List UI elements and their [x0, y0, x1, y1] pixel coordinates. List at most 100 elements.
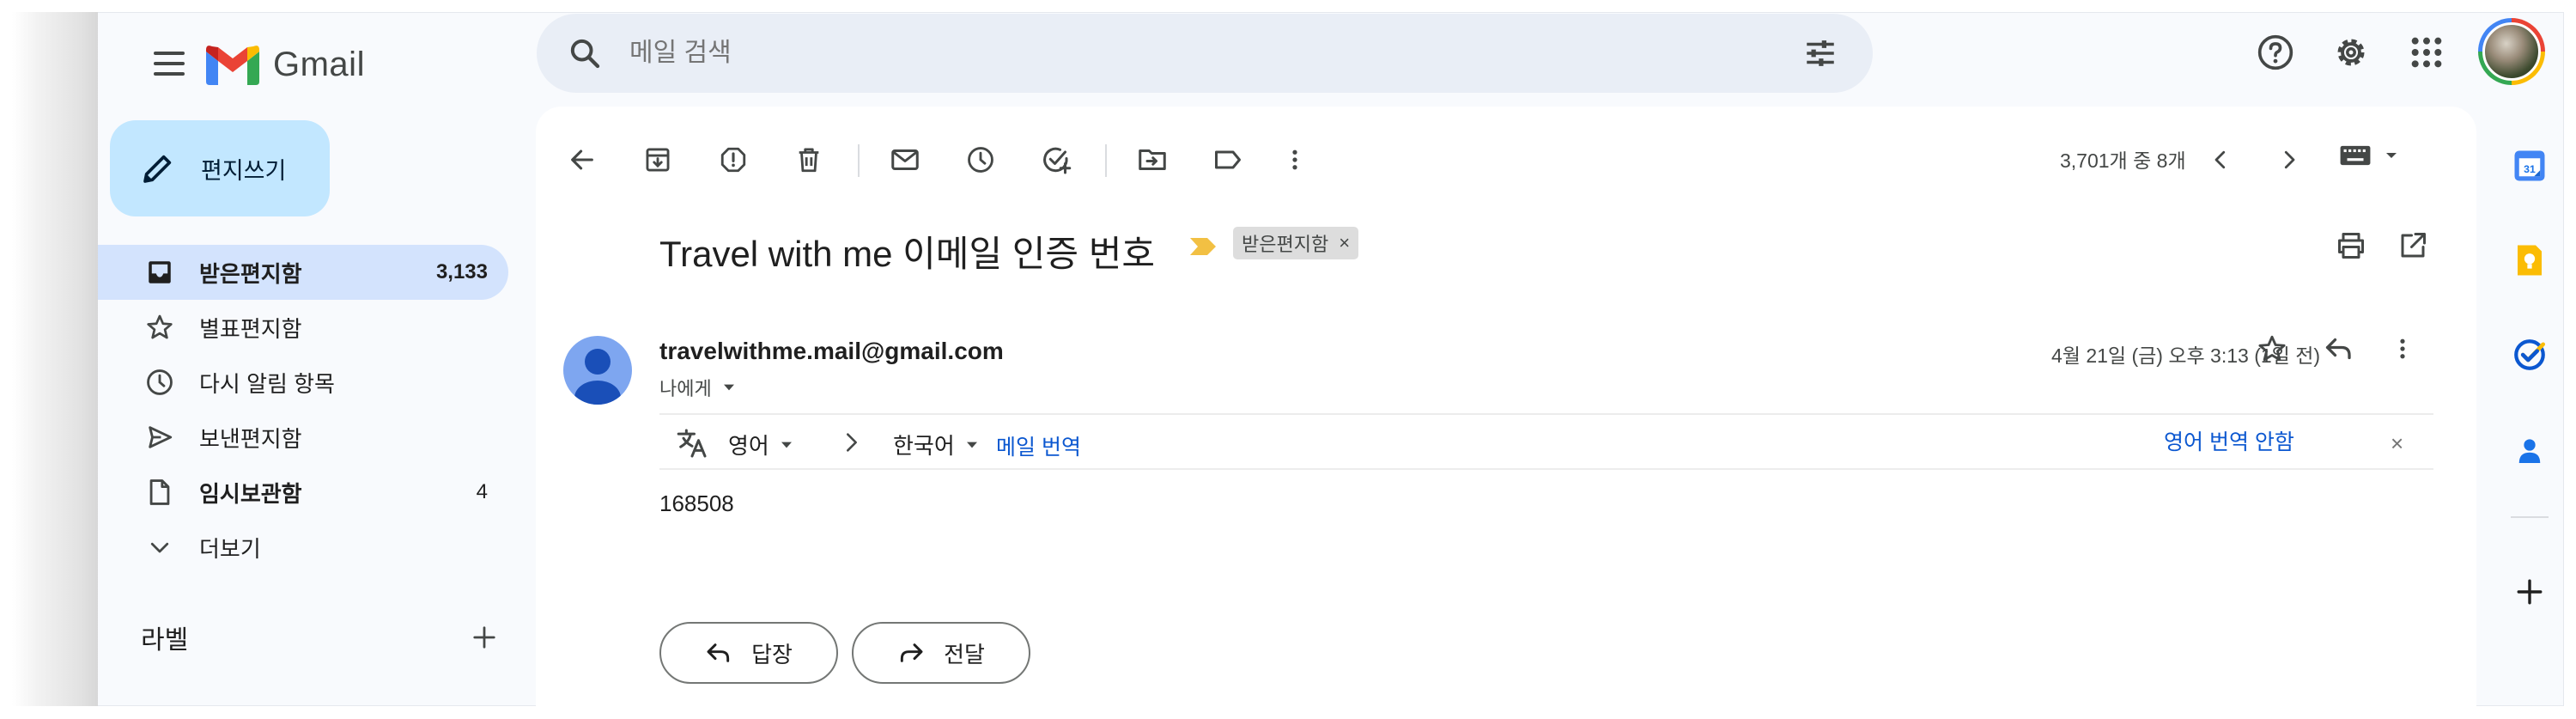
reply-button-label: 답장 — [751, 641, 793, 667]
unread-count: 3,133 — [435, 260, 488, 283]
menu-icon-bar — [154, 72, 185, 76]
recipient-label: 나에게 — [659, 378, 712, 399]
dont-translate-link[interactable]: 영어 번역 안함 — [2164, 425, 2294, 456]
menu-icon-bar — [154, 52, 185, 55]
close-translate-bar-icon[interactable]: × — [2391, 430, 2403, 457]
labels-title: 라벨 — [141, 626, 189, 655]
chevron-right-icon — [847, 433, 857, 452]
target-language-select[interactable]: 한국어 — [893, 429, 979, 460]
recipient-details-toggle[interactable]: 나에게 — [659, 374, 736, 401]
sidebar-item-more[interactable]: 더보기 — [98, 520, 508, 575]
send-icon — [143, 420, 177, 454]
dropdown-caret-icon — [2386, 153, 2397, 158]
app-name: Gmail — [273, 45, 365, 83]
message-subject: Travel with me 이메일 인증 번호 — [659, 234, 1155, 274]
search-icon[interactable] — [568, 36, 602, 70]
star-message-icon[interactable] — [2251, 328, 2293, 369]
forward-button-label: 전달 — [944, 641, 985, 667]
avatar-photo — [2482, 22, 2541, 81]
report-spam-icon[interactable] — [713, 139, 754, 180]
google-apps-icon[interactable] — [2404, 30, 2449, 75]
draft-icon — [143, 475, 177, 509]
sidebar-item-drafts[interactable]: 임시보관함 4 — [98, 465, 508, 520]
sidebar-item-snoozed[interactable]: 다시 알림 항목 — [98, 355, 508, 410]
settings-gear-icon[interactable] — [2329, 30, 2373, 75]
person-icon — [574, 349, 621, 405]
labels-section-header: 라벨 — [141, 618, 501, 656]
translate-message-link[interactable]: 메일 번역 — [996, 430, 1081, 461]
search-options-icon[interactable] — [1802, 35, 1838, 71]
sidebar-item-label: 별표편지함 — [199, 315, 302, 342]
source-language-label: 영어 — [728, 433, 769, 459]
label-chip-text: 받은편지함 — [1242, 234, 1329, 255]
toolbar-divider — [858, 144, 860, 177]
message-position-count: 3,701개 중 8개 — [2060, 149, 2186, 172]
svg-text:31: 31 — [2524, 163, 2536, 175]
reply-icon — [707, 643, 730, 662]
side-panel-divider — [2511, 516, 2549, 518]
label-tag-icon[interactable] — [1207, 139, 1249, 180]
sidebar-item-label: 임시보관함 — [199, 480, 302, 507]
message-view: 3,701개 중 8개 Travel with me 이메일 인증 번호 받은편… — [536, 107, 2476, 708]
message-more-options-icon[interactable] — [2382, 328, 2423, 369]
move-to-folder-icon[interactable] — [1132, 139, 1173, 180]
compose-label: 편지쓰기 — [201, 157, 287, 184]
sidebar-item-label: 더보기 — [199, 535, 261, 562]
add-label-plus-icon[interactable] — [467, 620, 501, 655]
google-keep-icon[interactable] — [2499, 229, 2561, 291]
source-language-select[interactable]: 영어 — [728, 429, 793, 460]
more-options-icon[interactable] — [1274, 139, 1315, 180]
chevron-down-icon — [143, 530, 177, 564]
search-bar[interactable] — [537, 14, 1873, 93]
snooze-clock-icon[interactable] — [960, 139, 1001, 180]
toolbar-divider — [1105, 144, 1107, 177]
add-addon-plus-icon[interactable] — [2499, 561, 2561, 623]
inbox-label-chip: 받은편지함 × — [1233, 227, 1359, 259]
help-icon[interactable] — [2253, 30, 2298, 75]
caret-down-icon — [966, 442, 977, 448]
sender-email[interactable]: travelwithme.mail@gmail.com — [659, 338, 1004, 365]
mark-unread-icon[interactable] — [884, 139, 926, 180]
translate-bar: 영어 한국어 메일 번역 영어 번역 안함 × — [659, 413, 2433, 470]
main-menu-button[interactable] — [141, 39, 201, 88]
gmail-m-icon — [206, 46, 259, 85]
sender-avatar[interactable] — [563, 336, 632, 405]
older-chevron-right-icon[interactable] — [2269, 139, 2310, 180]
add-to-tasks-icon[interactable] — [1036, 139, 1077, 180]
google-calendar-icon[interactable]: 31 — [2499, 135, 2561, 197]
inbox-icon — [143, 255, 177, 289]
caret-down-icon — [723, 384, 734, 391]
gmail-logo[interactable]: Gmail — [206, 39, 365, 90]
translate-icon — [677, 429, 707, 458]
google-tasks-icon[interactable] — [2499, 324, 2561, 386]
open-in-new-window-icon[interactable] — [2392, 225, 2433, 266]
draft-count: 4 — [476, 480, 488, 503]
window-shadow — [12, 12, 98, 706]
menu-icon-bar — [154, 62, 185, 65]
sidebar-item-inbox[interactable]: 받은편지함 3,133 — [98, 245, 508, 300]
sidebar-item-label: 보낸편지함 — [199, 425, 302, 452]
archive-icon[interactable] — [637, 139, 678, 180]
importance-marker-icon[interactable] — [1188, 237, 1218, 256]
print-icon[interactable] — [2330, 225, 2372, 266]
compose-button[interactable]: 편지쓰기 — [110, 120, 330, 216]
sidebar-item-sent[interactable]: 보낸편지함 — [98, 410, 508, 465]
remove-label-close-icon[interactable]: × — [1339, 232, 1350, 254]
input-tools-button[interactable] — [2339, 143, 2399, 168]
delete-trash-icon[interactable] — [788, 139, 829, 180]
google-contacts-icon[interactable] — [2499, 420, 2561, 482]
reply-button[interactable]: 답장 — [659, 622, 838, 684]
pencil-icon — [143, 155, 172, 183]
forward-button[interactable]: 전달 — [852, 622, 1030, 684]
account-avatar[interactable] — [2478, 18, 2545, 85]
sidebar-nav: 받은편지함 3,133 별표편지함 다시 알림 항목 보낸편지함 임시보관함 4… — [98, 245, 508, 575]
caret-down-icon — [781, 442, 792, 448]
target-language-label: 한국어 — [893, 433, 955, 459]
star-icon — [143, 310, 177, 344]
reply-icon[interactable] — [2318, 328, 2360, 369]
newer-chevron-left-icon[interactable] — [2200, 139, 2241, 180]
sidebar-item-starred[interactable]: 별표편지함 — [98, 300, 508, 355]
back-arrow-icon[interactable] — [562, 139, 603, 180]
message-body: 168508 — [659, 491, 734, 516]
search-input[interactable] — [629, 39, 1802, 68]
